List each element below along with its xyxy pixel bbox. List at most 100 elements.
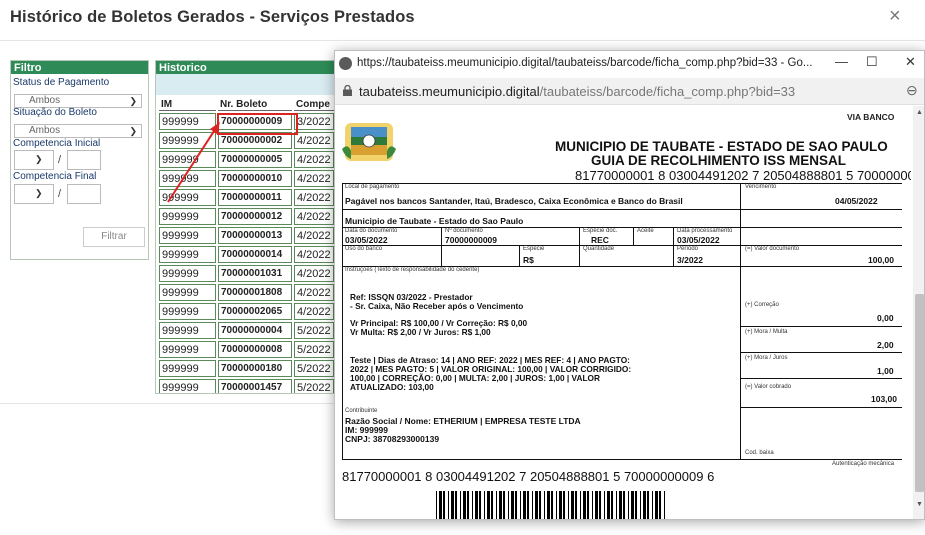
cell-nr-boleto[interactable]: 70000000008 <box>218 341 292 358</box>
barcode-bar <box>448 491 449 519</box>
barcode-bar <box>559 491 562 519</box>
address-bar[interactable]: taubateiss.meumunicipio.digital/taubatei… <box>335 78 924 105</box>
close-icon[interactable]: × <box>889 6 901 26</box>
barcode-bar <box>487 491 490 519</box>
via-banco-label: VIA BANCO <box>847 112 895 122</box>
table-row[interactable]: 999999 70000000180 5/2022 <box>159 360 334 377</box>
cell-nr-boleto[interactable]: 70000000012 <box>218 208 292 225</box>
cell-competencia: 4/2022 <box>294 265 334 282</box>
rule <box>740 352 902 353</box>
cell-nr-boleto[interactable]: 70000002065 <box>218 303 292 320</box>
table-row[interactable]: 999999 70000001457 5/2022 <box>159 379 334 393</box>
data-documento-label: Data do documento <box>345 228 398 234</box>
historico-panel: Historico IM Nr. Boleto Compe 999999 7000… <box>155 60 355 394</box>
rule <box>579 227 580 245</box>
competencia-inicial-month-select[interactable]: ❯ <box>14 150 54 170</box>
table-row[interactable]: 999999 70000002065 4/2022 <box>159 303 334 320</box>
cell-competencia: 4/2022 <box>294 132 334 149</box>
especie-value: R$ <box>523 255 534 265</box>
municipio-heading: MUNICIPIO DE TAUBATE - ESTADO DE SAO PAU… <box>555 139 888 154</box>
data-processamento-value: 03/05/2022 <box>677 235 720 245</box>
data-processamento-label: Data processamento <box>677 228 733 234</box>
competencia-final-year-input[interactable] <box>67 184 101 204</box>
barcode-bar <box>460 491 461 519</box>
table-row[interactable]: 999999 70000000013 4/2022 <box>159 227 334 244</box>
barcode-bar <box>643 491 646 519</box>
table-row[interactable]: 999999 70000000012 4/2022 <box>159 208 334 225</box>
maximize-icon[interactable]: ☐ <box>866 54 878 70</box>
barcode-bar <box>539 491 541 519</box>
cell-competencia: 4/2022 <box>294 208 334 225</box>
barcode-bar <box>551 491 553 519</box>
rule <box>342 183 902 184</box>
local-pagamento-label: Local de pagamento <box>345 184 400 190</box>
barcode-bar <box>631 491 634 519</box>
periodo-label: Período <box>677 246 699 252</box>
barcode-bar <box>587 491 589 519</box>
cell-nr-boleto[interactable]: 70000001457 <box>218 379 292 393</box>
barcode-bar <box>583 491 586 519</box>
status-pagamento-label: Status de Pagamento <box>13 77 110 88</box>
situacao-boleto-select[interactable]: Ambos ❯ <box>14 124 142 138</box>
competencia-inicial-year-input[interactable] <box>67 150 101 170</box>
cell-nr-boleto[interactable]: 70000001031 <box>218 265 292 282</box>
table-row[interactable]: 999999 70000001808 4/2022 <box>159 284 334 301</box>
chevron-down-icon: ❯ <box>129 126 137 136</box>
cell-competencia: 5/2022 <box>294 379 334 393</box>
cell-nr-boleto[interactable]: 70000000004 <box>218 322 292 339</box>
status-pagamento-select[interactable]: Ambos ❯ <box>14 94 142 108</box>
barcode-bar <box>628 491 629 519</box>
rule <box>342 183 343 459</box>
rule <box>740 407 902 408</box>
cell-nr-boleto[interactable]: 70000000014 <box>218 246 292 263</box>
instrucoes-label: Instruções (Texto de responsabilidade do… <box>345 267 480 273</box>
cell-nr-boleto[interactable]: 70000000180 <box>218 360 292 377</box>
popup-scrollbar[interactable]: ▲ ▼ <box>913 106 924 519</box>
table-row[interactable]: 999999 70000001031 4/2022 <box>159 265 334 282</box>
valor-cobrado-label: (=) Valor cobrado <box>745 384 792 390</box>
filtrar-button[interactable]: Filtrar <box>83 227 145 247</box>
cell-nr-boleto[interactable]: 70000001808 <box>218 284 292 301</box>
rule <box>342 245 902 246</box>
barcode-bar <box>439 491 442 519</box>
cell-nr-boleto[interactable]: 70000000013 <box>218 227 292 244</box>
mora-juros-label: (+) Mora / Juros <box>745 355 788 361</box>
url-path: /taubateiss/barcode/ficha_comp.php?bid=3… <box>539 84 796 99</box>
table-row[interactable]: 999999 70000000004 5/2022 <box>159 322 334 339</box>
scroll-down-icon[interactable]: ▼ <box>916 501 923 508</box>
chevron-down-icon: ❯ <box>129 96 137 106</box>
periodo-value: 3/2022 <box>677 255 703 265</box>
autenticacao-label: Autenticação mecânica <box>832 461 895 467</box>
rule <box>740 378 902 379</box>
barcode-bar <box>467 491 469 519</box>
table-row[interactable]: 999999 70000000008 5/2022 <box>159 341 334 358</box>
barcode-bar <box>640 491 641 519</box>
cod-baixa-label: Cod. baixa <box>745 450 774 456</box>
barcode-bar <box>547 491 550 519</box>
table-row[interactable]: 999999 70000000014 4/2022 <box>159 246 334 263</box>
rule <box>342 209 902 210</box>
cell-competencia: 5/2022 <box>294 360 334 377</box>
url-text[interactable]: taubateiss.meumunicipio.digital/taubatei… <box>359 84 795 99</box>
barcode-bar <box>664 491 665 519</box>
barcode-image <box>436 491 665 519</box>
cell-im: 999999 <box>159 246 216 263</box>
barcode-bar <box>595 491 598 519</box>
modal-footer-divider <box>0 403 335 404</box>
scroll-up-icon[interactable]: ▲ <box>916 109 923 116</box>
competencia-final-label: Competencia Final <box>13 171 97 182</box>
valor-cobrado-value: 103,00 <box>871 394 897 404</box>
url-host: taubateiss.meumunicipio.digital <box>359 84 540 99</box>
barcode-bar <box>604 491 605 519</box>
close-icon[interactable]: ✕ <box>905 54 916 70</box>
cell-competencia: 4/2022 <box>294 170 334 187</box>
rule <box>740 183 741 459</box>
competencia-final-month-select[interactable]: ❯ <box>14 184 54 204</box>
column-header-nr-boleto: Nr. Boleto <box>218 99 292 111</box>
zoom-out-icon[interactable]: ⊖ <box>906 82 918 99</box>
mora-multa-value: 2,00 <box>877 340 894 350</box>
local-pagamento-value: Pagável nos bancos Santander, Itaú, Brad… <box>345 196 683 206</box>
valor-documento-label: (=) Valor documento <box>745 246 800 252</box>
minimize-icon[interactable]: — <box>835 54 848 69</box>
scrollbar-thumb[interactable] <box>915 294 924 492</box>
